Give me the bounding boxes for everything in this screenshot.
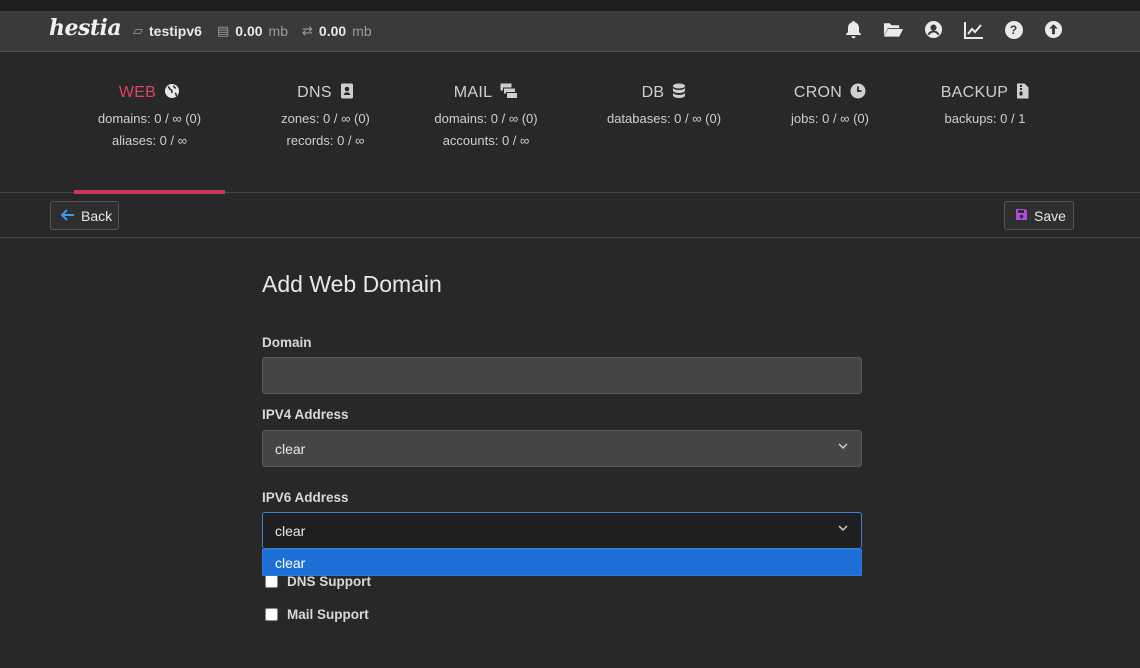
domain-label: Domain xyxy=(262,335,312,350)
mail-support-label: Mail Support xyxy=(287,607,369,622)
binoculars-icon: ▱ xyxy=(133,23,143,38)
exchange-icon: ⇄ xyxy=(302,23,313,38)
tab-db-databases: databases: 0 / ∞ (0) xyxy=(606,111,722,126)
help-icon[interactable]: ? xyxy=(1003,19,1024,40)
section-tabs: WEB domains: 0 / ∞ (0) aliases: 0 / ∞ DN… xyxy=(0,52,1140,194)
disk-value: 0.00 xyxy=(235,23,263,39)
ipv6-label: IPV6 Address xyxy=(262,490,349,505)
arrow-left-icon xyxy=(60,208,75,224)
dns-support-box[interactable] xyxy=(265,575,278,588)
tab-db-label: DB xyxy=(641,84,665,101)
back-button-label: Back xyxy=(81,207,113,224)
disk-stat: ▤ 0.00 mb xyxy=(217,23,288,39)
tab-mail-accounts: accounts: 0 / ∞ xyxy=(442,133,530,148)
save-button[interactable]: Save xyxy=(1004,201,1074,230)
user-circle-icon[interactable] xyxy=(923,19,944,40)
ipv4-select[interactable]: clear xyxy=(262,430,862,467)
ipv4-selected-value: clear xyxy=(275,440,306,457)
chevron-down-icon xyxy=(838,523,848,535)
save-button-label: Save xyxy=(1034,207,1066,224)
bandwidth-stat: ⇄ 0.00 mb xyxy=(302,23,372,39)
top-bar: hestia ▱ testipv6 ▤ 0.00 mb ⇄ 0.00 mb ? xyxy=(0,11,1140,52)
chart-line-icon[interactable] xyxy=(963,19,984,40)
tab-backup-backups: backups: 0 / 1 xyxy=(944,111,1026,126)
user-stat: ▱ testipv6 xyxy=(133,23,202,39)
domain-input[interactable] xyxy=(262,357,862,394)
tab-web-label: WEB xyxy=(118,84,157,101)
mail-support-box[interactable] xyxy=(265,608,278,621)
upgrade-arrow-icon[interactable] xyxy=(1043,19,1064,40)
dns-support-checkbox[interactable]: DNS Support xyxy=(265,574,371,589)
tab-cron[interactable]: CRON jobs: 0 / ∞ (0) xyxy=(762,52,898,193)
save-icon xyxy=(1015,208,1028,224)
back-button[interactable]: Back xyxy=(50,201,119,230)
page-title: Add Web Domain xyxy=(262,271,442,297)
mail-support-checkbox[interactable]: Mail Support xyxy=(265,607,369,622)
mail-bulk-icon xyxy=(500,83,519,103)
clock-icon xyxy=(850,83,866,103)
tab-mail-domains: domains: 0 / ∞ (0) xyxy=(434,111,538,126)
address-book-icon xyxy=(340,83,354,103)
tab-dns-label: DNS xyxy=(297,84,332,101)
ipv6-option-clear[interactable]: clear xyxy=(262,549,862,576)
tab-mail[interactable]: MAIL domains: 0 / ∞ (0) accounts: 0 / ∞ xyxy=(406,52,566,193)
tab-dns[interactable]: DNS zones: 0 / ∞ (0) records: 0 / ∞ xyxy=(248,52,403,193)
globe-icon xyxy=(164,83,180,103)
tab-web[interactable]: WEB domains: 0 / ∞ (0) aliases: 0 / ∞ xyxy=(74,52,225,194)
disk-unit: mb xyxy=(268,23,288,39)
bandwidth-unit: mb xyxy=(352,23,372,39)
toolbar: Back Save xyxy=(0,193,1140,238)
ipv6-selected-value: clear xyxy=(275,522,306,539)
ipv6-select[interactable]: clear xyxy=(262,512,862,549)
username: testipv6 xyxy=(149,23,202,39)
ipv4-label: IPV4 Address xyxy=(262,407,349,422)
tab-cron-jobs: jobs: 0 / ∞ (0) xyxy=(791,111,869,126)
hestia-logo[interactable]: hestia xyxy=(49,15,122,41)
tab-web-aliases: aliases: 0 / ∞ xyxy=(111,133,188,148)
top-strip xyxy=(0,0,1140,11)
database-icon xyxy=(672,83,686,103)
bandwidth-value: 0.00 xyxy=(318,23,347,39)
tab-mail-label: MAIL xyxy=(453,84,493,101)
tab-web-domains: domains: 0 / ∞ (0) xyxy=(97,111,202,126)
chevron-down-icon xyxy=(838,441,848,453)
tab-backup[interactable]: BACKUP backups: 0 / 1 xyxy=(920,52,1050,193)
hdd-icon: ▤ xyxy=(217,23,230,38)
tab-backup-label: BACKUP xyxy=(940,84,1009,101)
folder-open-icon[interactable] xyxy=(883,19,904,40)
dns-support-label: DNS Support xyxy=(287,574,371,589)
file-archive-icon xyxy=(1016,83,1029,103)
tab-dns-records: records: 0 / ∞ xyxy=(286,133,365,148)
bell-icon[interactable] xyxy=(843,19,864,40)
tab-cron-label: CRON xyxy=(793,84,843,101)
top-icons: ? xyxy=(843,19,1064,40)
tab-dns-zones: zones: 0 / ∞ (0) xyxy=(281,111,370,126)
tab-db[interactable]: DB databases: 0 / ∞ (0) xyxy=(589,52,739,193)
